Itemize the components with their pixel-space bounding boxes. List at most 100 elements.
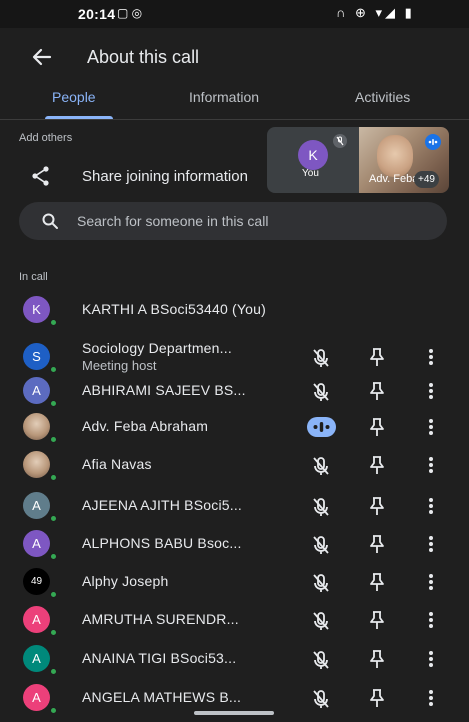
participant-row[interactable]: Afia Navas — [0, 447, 469, 485]
mic-off-icon[interactable] — [308, 453, 334, 479]
participant-name: ANGELA MATHEWS B... — [82, 689, 242, 705]
more-options-icon[interactable] — [423, 608, 439, 632]
mic-off-icon[interactable] — [308, 379, 334, 405]
participant-name: AMRUTHA SURENDR... — [82, 611, 239, 627]
participant-row[interactable]: A AMRUTHA SURENDR... — [0, 602, 469, 640]
participant-avatar: A — [23, 492, 50, 519]
online-status-dot — [50, 668, 57, 675]
pin-icon[interactable] — [365, 686, 389, 710]
participant-avatar: A — [23, 530, 50, 557]
online-status-dot — [50, 400, 57, 407]
participant-row[interactable]: S Sociology Departmen... Meeting host — [0, 339, 469, 377]
tab-activities[interactable]: Activities — [355, 89, 410, 105]
online-status-dot — [50, 436, 57, 443]
more-options-icon[interactable] — [423, 453, 439, 477]
participant-name: Sociology Departmen... — [82, 340, 232, 356]
participant-row[interactable]: A ABHIRAMI SAJEEV BS... — [0, 373, 469, 411]
share-joining-info-label: Share joining information — [82, 168, 248, 185]
participant-name: KARTHI A BSoci53440 (You) — [82, 301, 266, 317]
notification-icons: ▢ ◎ — [117, 6, 143, 20]
share-icon — [30, 165, 52, 187]
participant-photo-avatar — [23, 413, 50, 440]
participant-row[interactable]: 49 Alphy Joseph — [0, 564, 469, 602]
app-header: About this call — [0, 28, 469, 86]
participant-avatar: A — [23, 606, 50, 633]
participant-name: ALPHONS BABU Bsoc... — [82, 535, 242, 551]
participant-name: AJEENA AJITH BSoci5... — [82, 497, 243, 513]
pin-icon[interactable] — [365, 415, 389, 439]
participant-name: ANAINA TIGI BSoci53... — [82, 650, 237, 666]
system-status-icons: ∩ ⊕ ▾◢ ▮ — [336, 5, 415, 20]
participant-avatar: 49 — [23, 568, 50, 595]
active-tab-indicator — [45, 116, 113, 119]
participant-video-image — [377, 135, 413, 177]
search-icon — [41, 212, 59, 230]
muted-mic-icon — [333, 134, 347, 148]
online-status-dot — [50, 629, 57, 636]
more-options-icon[interactable] — [423, 532, 439, 556]
tab-people[interactable]: People — [52, 89, 96, 105]
self-avatar: K — [298, 140, 328, 170]
participant-role: Meeting host — [82, 358, 157, 373]
more-options-icon[interactable] — [423, 415, 439, 439]
mic-off-icon[interactable] — [308, 608, 334, 634]
online-status-dot — [50, 474, 57, 481]
participant-row[interactable]: A ANAINA TIGI BSoci53... — [0, 641, 469, 679]
self-video-tile[interactable]: K You — [267, 127, 359, 193]
back-arrow-icon[interactable] — [28, 43, 56, 71]
pin-icon[interactable] — [365, 379, 389, 403]
home-gesture-bar[interactable] — [194, 711, 274, 715]
participant-name: Afia Navas — [82, 456, 152, 472]
add-others-label: Add others — [19, 132, 73, 144]
pin-icon[interactable] — [365, 453, 389, 477]
participant-row[interactable]: A AJEENA AJITH BSoci5... — [0, 488, 469, 526]
participant-video-tile[interactable]: Adv. Feba +49 — [359, 127, 449, 193]
mic-off-icon[interactable] — [308, 532, 334, 558]
mic-off-icon[interactable] — [308, 494, 334, 520]
participant-name: Adv. Feba Abraham — [82, 418, 209, 434]
more-options-icon[interactable] — [423, 379, 439, 403]
participant-avatar: A — [23, 377, 50, 404]
mic-off-icon[interactable] — [308, 570, 334, 596]
mic-off-icon[interactable] — [308, 686, 334, 712]
participant-search-input[interactable]: Search for someone in this call — [19, 202, 447, 240]
participant-row[interactable]: A ALPHONS BABU Bsoc... — [0, 526, 469, 564]
speaking-indicator-icon[interactable] — [307, 417, 336, 437]
tab-bar: People Information Activities — [0, 86, 469, 120]
pin-icon[interactable] — [365, 494, 389, 518]
online-status-dot — [50, 366, 57, 373]
status-time: 20:14 — [78, 6, 116, 22]
pin-icon[interactable] — [365, 532, 389, 556]
tab-information[interactable]: Information — [189, 89, 259, 105]
online-status-dot — [50, 515, 57, 522]
online-status-dot — [50, 707, 57, 714]
mic-off-icon[interactable] — [308, 647, 334, 673]
pin-icon[interactable] — [365, 345, 389, 369]
more-options-icon[interactable] — [423, 570, 439, 594]
participant-row[interactable]: K KARTHI A BSoci53440 (You) — [0, 292, 469, 330]
call-preview-tiles: K You Adv. Feba +49 — [267, 127, 449, 193]
pin-icon[interactable] — [365, 608, 389, 632]
online-status-dot — [50, 591, 57, 598]
pin-icon[interactable] — [365, 647, 389, 671]
in-call-label: In call — [19, 271, 48, 283]
more-options-icon[interactable] — [423, 686, 439, 710]
participant-avatar: S — [23, 343, 50, 370]
more-options-icon[interactable] — [423, 345, 439, 369]
participant-row[interactable]: Adv. Feba Abraham — [0, 409, 469, 447]
participant-avatar: A — [23, 645, 50, 672]
online-status-dot — [50, 319, 57, 326]
participant-tile-label: Adv. Feba — [369, 173, 415, 185]
participant-name: ABHIRAMI SAJEEV BS... — [82, 382, 246, 398]
mic-off-icon[interactable] — [308, 345, 334, 371]
search-placeholder: Search for someone in this call — [77, 213, 269, 229]
participant-photo-avatar — [23, 451, 50, 478]
more-options-icon[interactable] — [423, 494, 439, 518]
more-options-icon[interactable] — [423, 647, 439, 671]
pin-icon[interactable] — [365, 570, 389, 594]
participant-avatar: A — [23, 684, 50, 711]
more-participants-count: +49 — [414, 171, 439, 188]
speaking-indicator-icon — [425, 134, 441, 150]
self-tile-label: You — [302, 168, 319, 179]
participant-name: Alphy Joseph — [82, 573, 169, 589]
